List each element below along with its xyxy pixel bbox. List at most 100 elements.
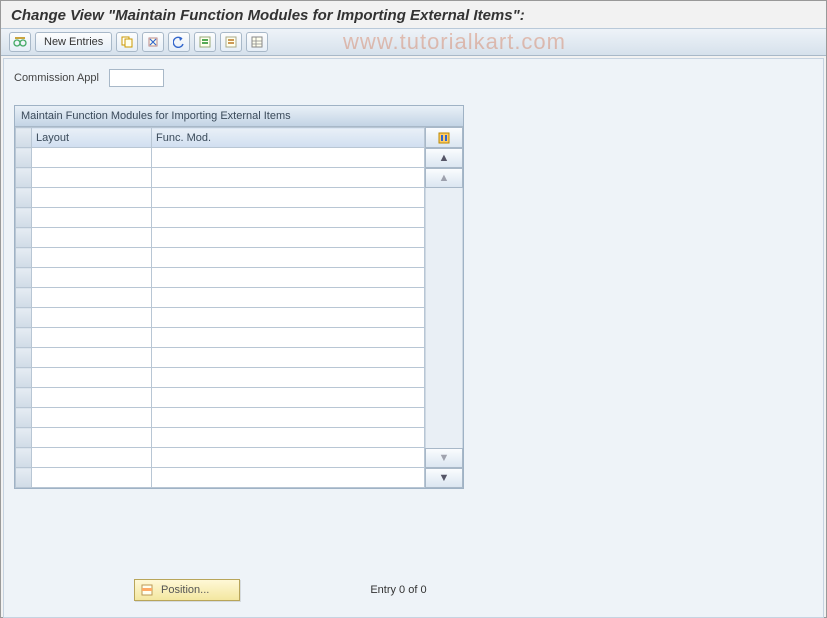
cell-func-mod[interactable] [152, 188, 425, 208]
table-row[interactable] [16, 208, 425, 228]
cell-layout[interactable] [32, 188, 152, 208]
column-layout[interactable]: Layout [32, 128, 152, 148]
cell-layout[interactable] [32, 288, 152, 308]
cell-layout[interactable] [32, 408, 152, 428]
change-display-button[interactable] [9, 32, 31, 52]
cell-func-mod[interactable] [152, 268, 425, 288]
scrollbar-track[interactable] [425, 188, 463, 448]
cell-layout[interactable] [32, 388, 152, 408]
table-row[interactable] [16, 188, 425, 208]
row-selector[interactable] [16, 268, 32, 288]
select-all-corner[interactable] [16, 128, 32, 148]
cell-func-mod[interactable] [152, 388, 425, 408]
cell-func-mod[interactable] [152, 468, 425, 488]
scroll-up-button-2[interactable]: ▲ [425, 168, 463, 188]
row-selector[interactable] [16, 328, 32, 348]
row-selector[interactable] [16, 208, 32, 228]
copy-button[interactable] [116, 32, 138, 52]
delete-button[interactable] [142, 32, 164, 52]
application-toolbar: New Entries www.tutorialkart.com [1, 28, 826, 56]
cell-layout[interactable] [32, 448, 152, 468]
table-row[interactable] [16, 148, 425, 168]
cell-layout[interactable] [32, 268, 152, 288]
table-row[interactable] [16, 248, 425, 268]
cell-func-mod[interactable] [152, 228, 425, 248]
configure-columns-button[interactable] [425, 127, 463, 148]
row-selector[interactable] [16, 288, 32, 308]
page-title: Change View "Maintain Function Modules f… [1, 1, 826, 28]
row-selector[interactable] [16, 388, 32, 408]
row-selector[interactable] [16, 308, 32, 328]
row-selector[interactable] [16, 448, 32, 468]
chevron-up-icon: ▲ [439, 152, 450, 164]
table-icon [251, 36, 263, 48]
cell-layout[interactable] [32, 428, 152, 448]
cell-func-mod[interactable] [152, 288, 425, 308]
row-selector[interactable] [16, 248, 32, 268]
select-all-icon [199, 36, 211, 48]
cell-layout[interactable] [32, 368, 152, 388]
row-selector[interactable] [16, 468, 32, 488]
table-row[interactable] [16, 428, 425, 448]
table-settings-button[interactable] [246, 32, 268, 52]
table-row[interactable] [16, 308, 425, 328]
row-selector[interactable] [16, 148, 32, 168]
table-row[interactable] [16, 228, 425, 248]
column-func-mod[interactable]: Func. Mod. [152, 128, 425, 148]
cell-layout[interactable] [32, 308, 152, 328]
cell-func-mod[interactable] [152, 148, 425, 168]
select-all-button[interactable] [194, 32, 216, 52]
table-row[interactable] [16, 328, 425, 348]
table-row[interactable] [16, 268, 425, 288]
scroll-up-button[interactable]: ▲ [425, 148, 463, 168]
row-selector[interactable] [16, 188, 32, 208]
glasses-pencil-icon [13, 36, 27, 48]
chevron-down-icon: ▼ [439, 452, 450, 464]
table-row[interactable] [16, 408, 425, 428]
scroll-down-button[interactable]: ▼ [425, 468, 463, 488]
cell-func-mod[interactable] [152, 308, 425, 328]
cell-func-mod[interactable] [152, 448, 425, 468]
scroll-down-button-2[interactable]: ▼ [425, 448, 463, 468]
table-row[interactable] [16, 368, 425, 388]
cell-layout[interactable] [32, 208, 152, 228]
cell-func-mod[interactable] [152, 168, 425, 188]
function-modules-table: Layout Func. Mod. [15, 127, 425, 488]
chevron-up-icon: ▲ [439, 172, 450, 184]
position-label: Position... [161, 584, 209, 596]
row-selector[interactable] [16, 408, 32, 428]
cell-layout[interactable] [32, 148, 152, 168]
cell-func-mod[interactable] [152, 208, 425, 228]
delete-icon [147, 36, 159, 48]
position-button[interactable]: Position... [134, 579, 240, 601]
undo-button[interactable] [168, 32, 190, 52]
cell-layout[interactable] [32, 348, 152, 368]
row-selector[interactable] [16, 348, 32, 368]
cell-func-mod[interactable] [152, 328, 425, 348]
table-row[interactable] [16, 468, 425, 488]
cell-func-mod[interactable] [152, 248, 425, 268]
row-selector[interactable] [16, 168, 32, 188]
new-entries-button[interactable]: New Entries [35, 32, 112, 52]
cell-layout[interactable] [32, 168, 152, 188]
cell-func-mod[interactable] [152, 408, 425, 428]
cell-func-mod[interactable] [152, 348, 425, 368]
cell-layout[interactable] [32, 468, 152, 488]
commission-appl-input[interactable] [109, 69, 164, 87]
cell-func-mod[interactable] [152, 428, 425, 448]
table-row[interactable] [16, 388, 425, 408]
row-selector[interactable] [16, 428, 32, 448]
cell-layout[interactable] [32, 228, 152, 248]
row-selector[interactable] [16, 368, 32, 388]
undo-icon [173, 36, 185, 48]
table-row[interactable] [16, 348, 425, 368]
copy-icon [121, 36, 133, 48]
row-selector[interactable] [16, 228, 32, 248]
table-row[interactable] [16, 168, 425, 188]
cell-func-mod[interactable] [152, 368, 425, 388]
cell-layout[interactable] [32, 328, 152, 348]
table-row[interactable] [16, 288, 425, 308]
deselect-all-button[interactable] [220, 32, 242, 52]
table-row[interactable] [16, 448, 425, 468]
cell-layout[interactable] [32, 248, 152, 268]
